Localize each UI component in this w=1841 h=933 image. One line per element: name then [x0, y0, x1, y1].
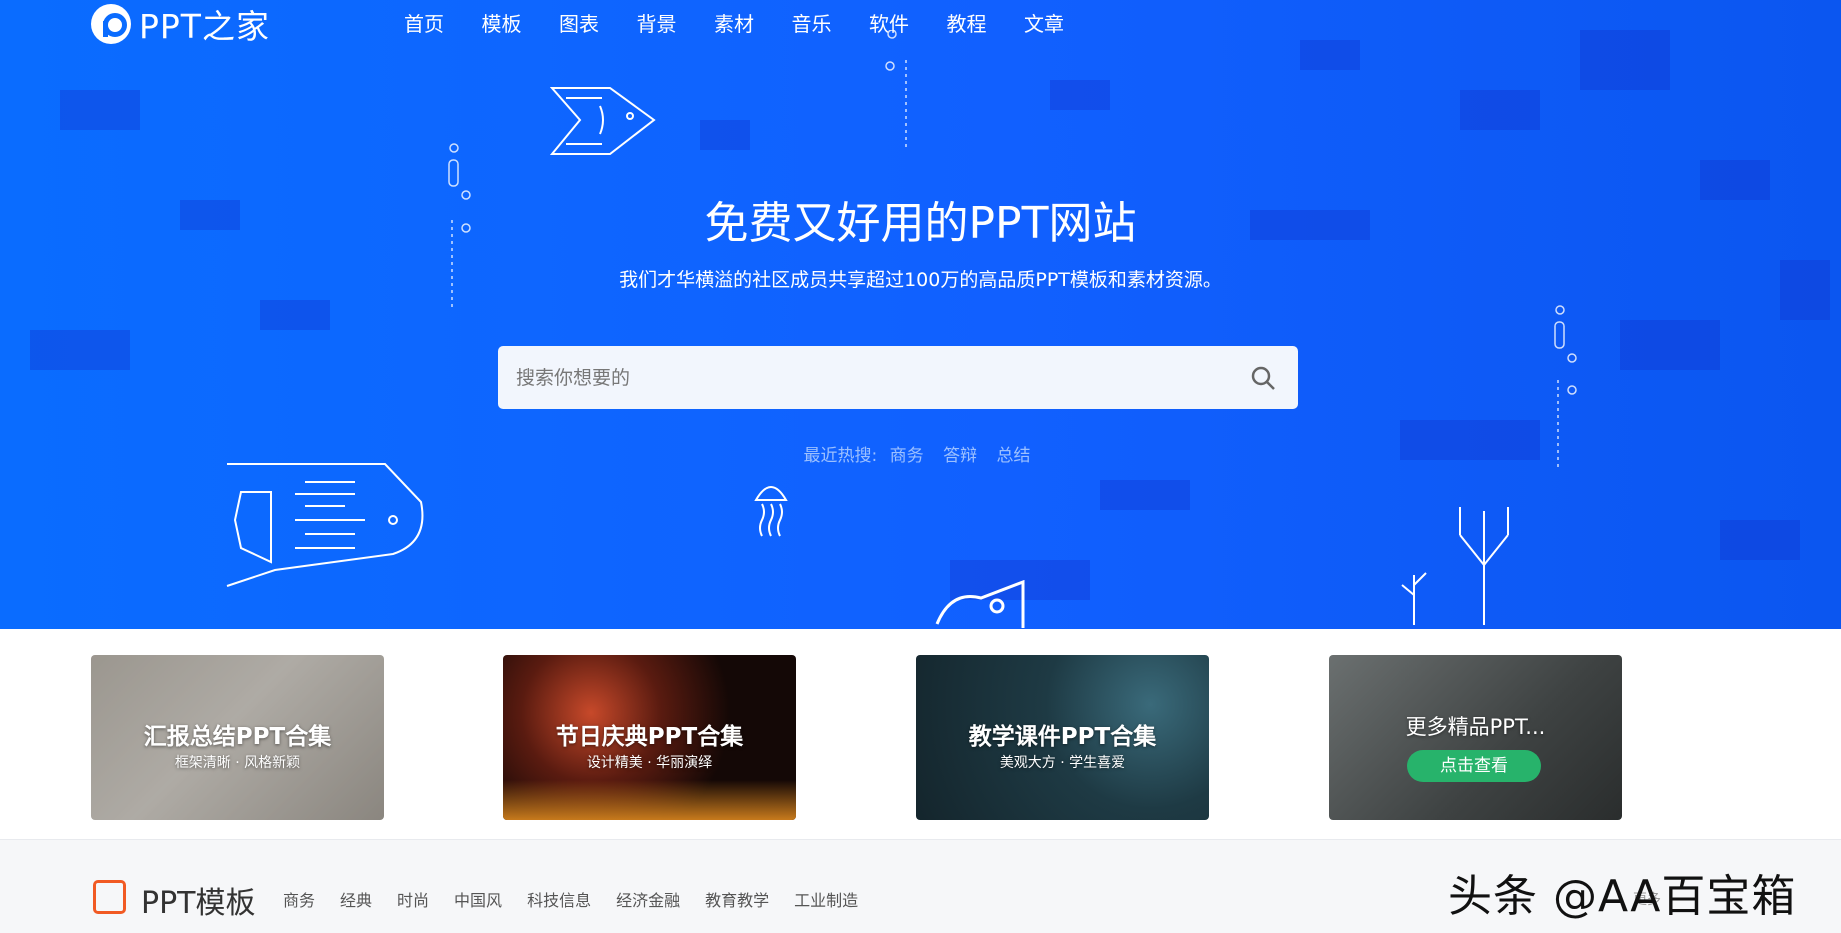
fish-illustration-icon [550, 87, 656, 155]
view-more-button[interactable]: 点击查看 [1407, 750, 1541, 782]
bubbles-top-icon [885, 30, 907, 150]
hot-search-business[interactable]: 商务 [890, 446, 924, 466]
nav-item-articles[interactable]: 文章 [1024, 8, 1102, 37]
search-icon [1251, 366, 1275, 390]
tag-classic[interactable]: 经典 [340, 887, 372, 911]
card-title: 汇报总结PPT合集 [143, 724, 332, 750]
ppt-file-icon [93, 880, 126, 914]
diver-illustration-icon [935, 580, 1025, 628]
hero-title: 免费又好用的PPT网站 [704, 198, 1137, 249]
nav-item-music[interactable]: 音乐 [792, 8, 870, 37]
tag-chinese-style[interactable]: 中国风 [454, 887, 502, 911]
card-subtitle: 设计精美 · 华丽演绎 [586, 755, 713, 771]
ppt-logo-icon [91, 4, 131, 44]
card-more[interactable]: 更多精品PPT... 点击查看 [1329, 655, 1622, 820]
tag-education[interactable]: 教育教学 [705, 887, 769, 911]
big-fish-illustration-icon [226, 463, 424, 587]
card-title: 更多精品PPT... [1405, 715, 1546, 739]
hot-searches-label: 最近热搜: [803, 446, 878, 466]
hot-search-summary[interactable]: 总结 [996, 446, 1030, 466]
watermark-text: 头条 @AA百宝箱 [1448, 871, 1797, 922]
tag-fashion[interactable]: 时尚 [397, 887, 429, 911]
nav-item-backgrounds[interactable]: 背景 [637, 8, 715, 37]
coral-illustration-icon [1401, 507, 1509, 625]
card-subtitle: 框架清晰 · 风格新颖 [174, 755, 301, 771]
main-nav: 首页 模板 图表 背景 素材 音乐 软件 教程 文章 [404, 8, 1102, 37]
nav-item-materials[interactable]: 素材 [714, 8, 792, 37]
tag-industry[interactable]: 工业制造 [794, 887, 858, 911]
card-subtitle: 美观大方 · 学生喜爱 [999, 755, 1126, 771]
hot-search-defense[interactable]: 答辩 [943, 446, 977, 466]
nav-item-templates[interactable]: 模板 [482, 8, 560, 37]
search-button[interactable] [1228, 346, 1298, 409]
card-report-summary[interactable]: 汇报总结PPT合集 框架清晰 · 风格新颖 [91, 655, 384, 820]
hero-banner: PPT之家 首页 模板 图表 背景 素材 音乐 软件 教程 文章 免费又好用的P… [0, 0, 1841, 629]
feature-cards: 汇报总结PPT合集 框架清晰 · 风格新颖 节日庆典PPT合集 设计精美 · 华… [0, 629, 1841, 839]
nav-item-home[interactable]: 首页 [404, 8, 482, 37]
hot-searches: 最近热搜: 商务 答辩 总结 [0, 441, 1841, 466]
hero-subtitle: 我们才华横溢的社区成员共享超过100万的高品质PPT模板和素材资源。 [619, 269, 1222, 291]
search-box [498, 346, 1298, 409]
tag-business[interactable]: 商务 [283, 887, 315, 911]
nav-item-charts[interactable]: 图表 [559, 8, 637, 37]
section-title: PPT模板 [141, 886, 256, 921]
tag-technology[interactable]: 科技信息 [527, 887, 591, 911]
card-title: 节日庆典PPT合集 [555, 724, 744, 750]
search-input[interactable] [498, 346, 1228, 409]
ppt-templates-section: PPT模板 商务 经典 时尚 中国风 科技信息 经济金融 教育教学 工业制造 更… [0, 839, 1841, 933]
card-teaching[interactable]: 教学课件PPT合集 美观大方 · 学生喜爱 [916, 655, 1209, 820]
jellyfish-illustration-icon [754, 486, 788, 537]
card-festival[interactable]: 节日庆典PPT合集 设计精美 · 华丽演绎 [503, 655, 796, 820]
nav-item-tutorials[interactable]: 教程 [947, 8, 1025, 37]
tag-finance[interactable]: 经济金融 [616, 887, 680, 911]
section-tags: 商务 经典 时尚 中国风 科技信息 经济金融 教育教学 工业制造 [283, 887, 858, 911]
card-title: 教学课件PPT合集 [968, 724, 1157, 750]
site-logo[interactable]: PPT之家 [91, 2, 270, 46]
logo-text: PPT之家 [139, 7, 270, 46]
